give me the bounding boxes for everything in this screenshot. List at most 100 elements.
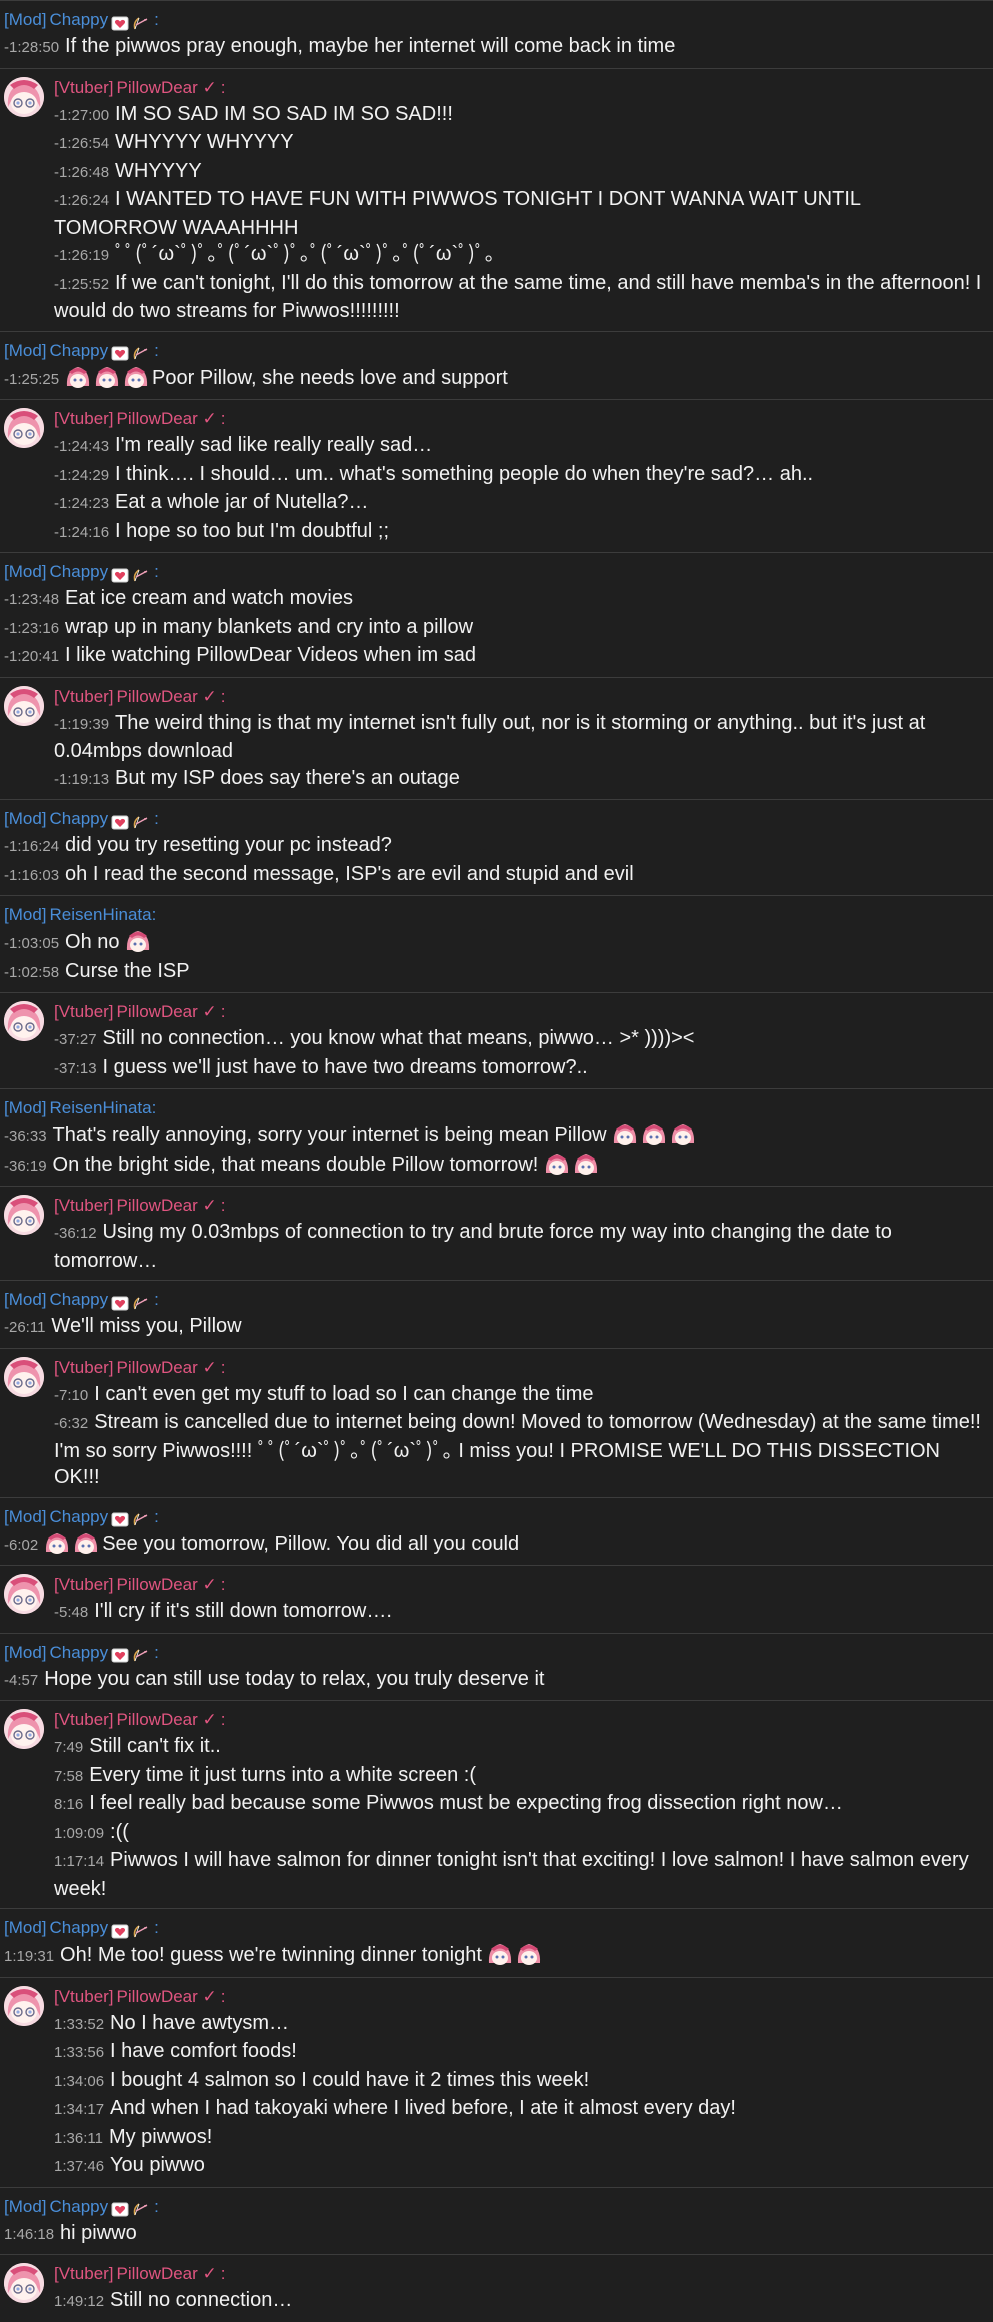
- chat-log[interactable]: [Mod] Chappy: -1:28:50 If the piwwos pray e…: [0, 0, 993, 2322]
- author-name[interactable]: PillowDear ✓: [117, 1355, 217, 1381]
- chat-message[interactable]: 1:09:09:((: [54, 1819, 987, 1848]
- chat-message[interactable]: 1:37:46 You piwwo: [54, 2152, 987, 2181]
- chat-message[interactable]: 1:46:18 hi piwwo: [4, 2220, 987, 2249]
- author-name[interactable]: PillowDear ✓: [117, 684, 217, 710]
- chat-message[interactable]: -1:23:48 Eat ice cream and watch movies: [4, 585, 987, 614]
- avatar[interactable]: [4, 76, 44, 117]
- chat-message[interactable]: -1:03:05 Oh no: [4, 928, 987, 958]
- author-line[interactable]: [Vtuber] PillowDear ✓:: [54, 1193, 987, 1219]
- author-name[interactable]: PillowDear ✓: [117, 999, 217, 1025]
- avatar[interactable]: [4, 1356, 44, 1397]
- author-line[interactable]: [Mod] Chappy:: [4, 559, 987, 585]
- author-line[interactable]: [Mod] Chappy:: [4, 338, 987, 364]
- chat-message[interactable]: 7:58 Every time it just turns into a whit…: [54, 1762, 987, 1791]
- chat-message[interactable]: -7:10 I can't even get my stuff to load s…: [54, 1381, 987, 1410]
- chat-message[interactable]: 1:49:12 Still no connection…: [54, 2287, 987, 2316]
- author-name[interactable]: PillowDear ✓: [117, 1572, 217, 1598]
- chat-message[interactable]: 8:16 I feel really bad because some Piwwo…: [54, 1790, 987, 1819]
- chat-message[interactable]: -37:27 Still no connection… you know what…: [54, 1025, 987, 1054]
- chat-message[interactable]: -1:24:16 I hope so too but I'm doubtful ;…: [54, 518, 987, 547]
- author-line[interactable]: [Vtuber] PillowDear ✓:: [54, 684, 987, 710]
- author-line[interactable]: [Vtuber] PillowDear ✓:: [54, 2261, 987, 2287]
- author-name[interactable]: Chappy: [50, 559, 109, 585]
- author-line[interactable]: [Mod] ReisenHinata:: [4, 902, 987, 928]
- chat-message[interactable]: -36:19 On the bright side, that means dou…: [4, 1151, 987, 1181]
- chat-message[interactable]: -1:24:23 Eat a whole jar of Nutella?…: [54, 489, 987, 518]
- author-line[interactable]: [Vtuber] PillowDear ✓:: [54, 1984, 987, 2010]
- author-line[interactable]: [Mod] Chappy:: [4, 806, 987, 832]
- chat-message[interactable]: 1:33:56 I have comfort foods!: [54, 2038, 987, 2067]
- avatar[interactable]: [4, 1709, 44, 1749]
- chat-message[interactable]: -36:33 That's really annoying, sorry your…: [4, 1121, 987, 1151]
- chat-message[interactable]: -26:11 We'll miss you, Pillow: [4, 1313, 987, 1342]
- chat-message[interactable]: -1:28:50 If the piwwos pray enough, maybe…: [4, 33, 987, 62]
- message-timestamp: -36:19: [4, 1157, 47, 1175]
- chat-message[interactable]: -5:48 I'll cry if it's still down tomorro…: [54, 1598, 987, 1627]
- author-name[interactable]: Chappy: [50, 1915, 109, 1941]
- avatar[interactable]: [4, 1985, 44, 2026]
- author-line[interactable]: [Mod] Chappy:: [4, 1504, 987, 1530]
- chat-message[interactable]: -1:25:25 Poor Pillow, she needs love and …: [4, 364, 987, 394]
- author-name[interactable]: PillowDear ✓: [117, 1984, 217, 2010]
- chat-message[interactable]: -37:13 I guess we'll just have to have tw…: [54, 1054, 987, 1083]
- chat-message[interactable]: -36:12 Using my 0.03mbps of connection to…: [54, 1219, 987, 1274]
- author-line[interactable]: [Vtuber] PillowDear ✓:: [54, 406, 987, 432]
- author-line[interactable]: [Mod] ReisenHinata:: [4, 1095, 987, 1121]
- author-line[interactable]: [Vtuber] PillowDear ✓:: [54, 1572, 987, 1598]
- chat-message[interactable]: -1:27:00 IM SO SAD IM SO SAD IM SO SAD!!!: [54, 101, 987, 130]
- author-name[interactable]: PillowDear ✓: [117, 2261, 217, 2287]
- chat-message[interactable]: -6:32 Stream is cancelled due to internet…: [54, 1409, 987, 1491]
- chat-message[interactable]: 1:17:14 Piwwos I will have salmon for din…: [54, 1847, 987, 1902]
- author-name[interactable]: PillowDear ✓: [117, 75, 217, 101]
- chat-message[interactable]: -1:26:24 I WANTED TO HAVE FUN WITH PIWWOS…: [54, 186, 987, 241]
- author-line[interactable]: [Mod] Chappy:: [4, 7, 987, 33]
- chat-message[interactable]: -1:02:58 Curse the ISP: [4, 958, 987, 987]
- chat-message[interactable]: -1:20:41 I like watching PillowDear Video…: [4, 642, 987, 671]
- chat-message[interactable]: -1:16:03 oh I read the second message, IS…: [4, 861, 987, 890]
- avatar[interactable]: [4, 685, 44, 726]
- chat-message[interactable]: -4:57 Hope you can still use today to rel…: [4, 1666, 987, 1695]
- author-line[interactable]: [Vtuber] PillowDear ✓:: [54, 1707, 987, 1733]
- chat-message[interactable]: -6:02 See you tomorrow, Pillow. You did a…: [4, 1530, 987, 1560]
- avatar[interactable]: [4, 1195, 44, 1235]
- chat-message[interactable]: -1:19:13 But my ISP does say there's an o…: [54, 765, 987, 794]
- chat-message[interactable]: 1:36:11 My piwwos!: [54, 2124, 987, 2153]
- chat-message[interactable]: 1:33:52 No I have awtysm…: [54, 2010, 987, 2039]
- chat-message[interactable]: -1:26:19 ﾟﾟ(ﾟ´ω`ﾟ)ﾟ｡ﾟ(ﾟ´ω`ﾟ)ﾟ｡ﾟ(ﾟ´ω`ﾟ)ﾟ｡ﾟ…: [54, 241, 987, 270]
- author-name[interactable]: Chappy: [50, 338, 109, 364]
- chat-message[interactable]: 1:34:17 And when I had takoyaki where I l…: [54, 2095, 987, 2124]
- chat-message[interactable]: -1:16:24 did you try resetting your pc in…: [4, 832, 987, 861]
- avatar[interactable]: [4, 1001, 44, 1041]
- chat-message[interactable]: -1:24:43 I'm really sad like really reall…: [54, 432, 987, 461]
- author-name[interactable]: ReisenHinata:: [50, 902, 157, 928]
- author-name[interactable]: Chappy: [50, 2194, 109, 2220]
- author-name[interactable]: PillowDear ✓: [117, 406, 217, 432]
- chat-message[interactable]: -1:23:16 wrap up in many blankets and cry…: [4, 614, 987, 643]
- author-line[interactable]: [Mod] Chappy:: [4, 2194, 987, 2220]
- avatar[interactable]: [4, 1574, 44, 1614]
- chat-message[interactable]: -1:19:39 The weird thing is that my inter…: [54, 710, 987, 765]
- author-line[interactable]: [Vtuber] PillowDear ✓:: [54, 75, 987, 101]
- chat-message[interactable]: 1:34:06 I bought 4 salmon so I could have…: [54, 2067, 987, 2096]
- chat-message[interactable]: 7:49 Still can't fix it..: [54, 1733, 987, 1762]
- author-name[interactable]: Chappy: [50, 1287, 109, 1313]
- chat-message[interactable]: -1:24:29 I think…. I should… um.. what's …: [54, 461, 987, 490]
- author-name[interactable]: PillowDear ✓: [117, 1707, 217, 1733]
- author-line[interactable]: [Mod] Chappy:: [4, 1915, 987, 1941]
- author-line[interactable]: [Vtuber] PillowDear ✓:: [54, 1355, 987, 1381]
- author-line[interactable]: [Mod] Chappy:: [4, 1640, 987, 1666]
- author-line[interactable]: [Vtuber] PillowDear ✓:: [54, 999, 987, 1025]
- chat-message[interactable]: -1:26:48 WHYYYY: [54, 158, 987, 187]
- author-name[interactable]: ReisenHinata:: [50, 1095, 157, 1121]
- author-name[interactable]: Chappy: [50, 7, 109, 33]
- chat-message[interactable]: -1:26:54 WHYYYY WHYYYY: [54, 129, 987, 158]
- author-name[interactable]: Chappy: [50, 1640, 109, 1666]
- chat-message[interactable]: 1:19:31 Oh! Me too! guess we're twinning …: [4, 1941, 987, 1971]
- avatar[interactable]: [4, 2263, 44, 2303]
- chat-message[interactable]: -1:25:52 If we can't tonight, I'll do thi…: [54, 270, 987, 325]
- author-name[interactable]: PillowDear ✓: [117, 1193, 217, 1219]
- author-name[interactable]: Chappy: [50, 806, 109, 832]
- avatar[interactable]: [4, 408, 44, 448]
- author-line[interactable]: [Mod] Chappy:: [4, 1287, 987, 1313]
- author-name[interactable]: Chappy: [50, 1504, 109, 1530]
